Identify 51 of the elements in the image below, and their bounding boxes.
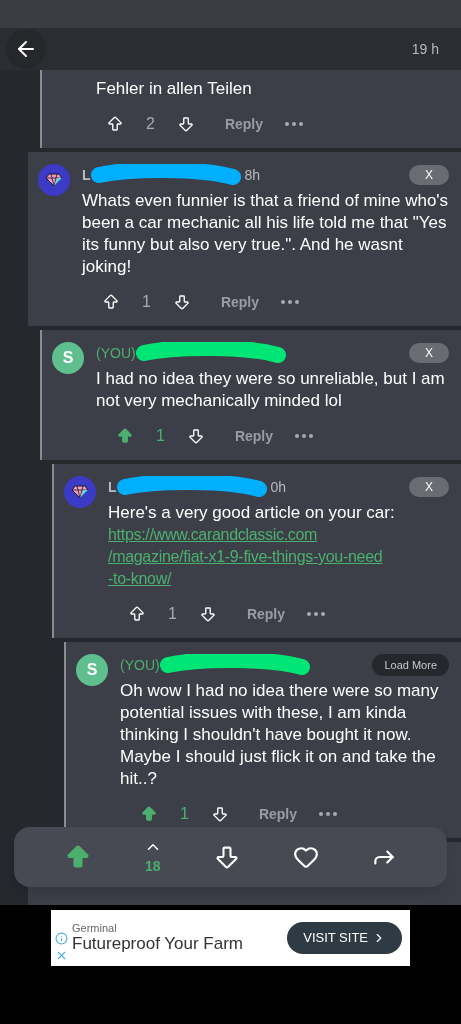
close-button[interactable]: X <box>409 343 449 363</box>
reply-button[interactable]: Reply <box>224 114 264 134</box>
ad-banner[interactable]: Germinal Futureproof Your Farm VISIT SITE <box>51 910 410 966</box>
downvote-icon[interactable] <box>198 605 217 623</box>
load-more-button[interactable]: Load More <box>372 653 449 677</box>
comment-text: Fehler in allen Teilen <box>96 78 253 100</box>
vote-count: 2 <box>146 114 155 134</box>
upvote-icon[interactable] <box>128 605 146 623</box>
article-link[interactable]: https://www.carandclassic.com /magazine/fiat-x1-9-five-things-you-need -to-know/ <box>108 524 449 590</box>
more-icon[interactable] <box>307 612 326 616</box>
reply-button[interactable]: Reply <box>246 604 286 624</box>
you-tag: (YOU) <box>96 343 136 363</box>
vote-count: 18 <box>144 857 161 876</box>
reply-button[interactable]: Reply <box>258 804 298 824</box>
ad-headline: Futureproof Your Farm <box>72 934 245 954</box>
reply-button[interactable]: Reply <box>220 292 260 312</box>
close-button[interactable]: X <box>409 165 449 185</box>
author-name: L <box>82 166 91 185</box>
close-button[interactable]: X <box>409 477 449 497</box>
ad-sponsor: Germinal <box>72 922 118 934</box>
author-name: L <box>108 478 117 497</box>
vote-count: 1 <box>142 292 151 312</box>
comment-time: 8h <box>244 166 261 185</box>
downvote-icon[interactable] <box>186 427 205 445</box>
reply-button[interactable]: Reply <box>234 426 274 446</box>
post-time: 19 h <box>411 40 439 59</box>
vote-count: 1 <box>168 604 177 624</box>
vote-count: 1 <box>180 804 189 824</box>
downvote-icon[interactable] <box>210 805 229 823</box>
comment-text: I had no idea they were so unreliable, but I am not very mechanically minded lol <box>96 368 446 412</box>
more-icon[interactable] <box>319 812 338 816</box>
avatar: S <box>52 342 84 374</box>
upvote-icon[interactable] <box>102 293 120 311</box>
more-icon[interactable] <box>281 300 300 304</box>
comment-time: 0h <box>270 478 287 497</box>
more-icon[interactable] <box>285 122 304 126</box>
downvote-icon[interactable] <box>176 115 195 133</box>
you-tag: (YOU) <box>120 655 160 675</box>
back-button[interactable] <box>6 29 46 69</box>
diamond-icon <box>45 173 63 187</box>
downvote-icon[interactable] <box>172 293 191 311</box>
comment-text: Here's a very good article on your car: <box>108 502 396 524</box>
comment-text: Whats even funnier is that a friend of mine who's been a car mechanic all his life told me that "Yes its funny but also very true.". And he wasnt joking! <box>82 190 449 278</box>
comment-text: Oh wow I had no idea there were so many potential issues with these, I am kinda thinking I shouldn't have bought it now. Maybe I should just flick it on and take the hit..? <box>120 680 440 790</box>
vote-count: 1 <box>156 426 165 446</box>
heart-icon[interactable] <box>293 844 320 870</box>
upvote-icon[interactable] <box>106 115 124 133</box>
avatar: S <box>76 654 108 686</box>
more-icon[interactable] <box>295 434 314 438</box>
visit-site-button[interactable]: VISIT SITE <box>287 922 402 954</box>
diamond-icon <box>71 485 89 499</box>
